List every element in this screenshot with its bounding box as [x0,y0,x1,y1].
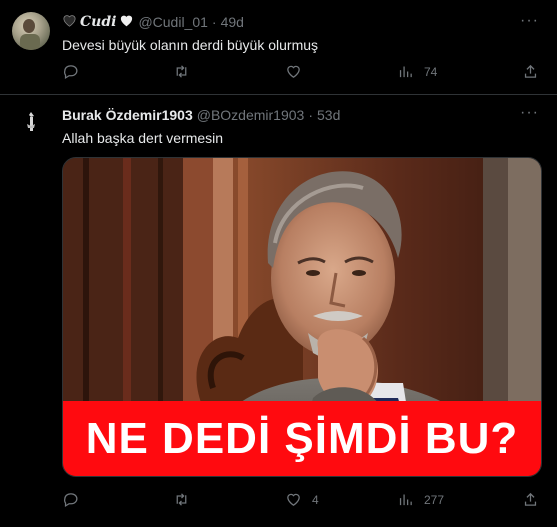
views-button[interactable]: 277 [397,491,444,508]
views-button[interactable]: 74 [397,63,437,80]
handle[interactable]: @Cudil_01 [138,14,207,30]
tweet-actions: 74 [62,63,540,83]
tweet[interactable]: Cudi @Cudil_01 · 49d ··· Devesi büyük ol… [0,0,557,95]
heart-icon [287,493,300,506]
display-name[interactable]: Cudi [62,13,134,31]
reply-button[interactable] [62,63,89,80]
tweet-text: Devesi büyük olanın derdi büyük olurmuş [62,37,319,53]
retweet-icon [176,493,187,506]
handle[interactable]: @BOzdemir1903 [197,107,305,123]
like-button[interactable] [285,63,312,80]
black-heart-icon [62,13,77,31]
analytics-icon [399,494,412,506]
timestamp[interactable]: 53d [317,107,340,123]
avatar[interactable] [12,12,50,50]
display-name[interactable]: Burak Özdemir1903 [62,107,193,123]
share-button[interactable] [522,63,539,80]
reply-button[interactable] [62,491,89,508]
share-button[interactable] [522,491,539,508]
tweet-header: Cudi @Cudil_01 · 49d [62,13,244,31]
more-options-icon[interactable]: ··· [520,104,539,122]
like-button[interactable]: 4 [285,491,319,508]
retweet-button[interactable] [173,63,200,80]
heart-icon [287,65,300,78]
reply-icon [64,65,78,80]
meme-caption: NE DEDİ ŞİMDİ BU? [85,413,519,463]
reply-icon [64,493,78,508]
timestamp[interactable]: 49d [221,14,244,30]
retweet-button[interactable] [173,491,200,508]
avatar[interactable] [12,104,50,142]
white-heart-icon [119,13,134,31]
tweet[interactable]: Burak Özdemir1903 @BOzdemir1903 · 53d ··… [0,96,557,527]
more-options-icon[interactable]: ··· [520,12,539,30]
tweet-actions: 4 277 [62,491,540,511]
meme-caption-banner: NE DEDİ ŞİMDİ BU? [63,401,541,476]
retweet-icon [176,65,187,78]
tweet-text: Allah başka dert vermesin [62,130,224,146]
share-icon [524,492,537,506]
tweet-header: Burak Özdemir1903 @BOzdemir1903 · 53d [62,107,340,123]
separator-dot: · [308,107,313,123]
tweet-image[interactable]: NE DEDİ ŞİMDİ BU? [62,157,542,477]
analytics-icon [399,66,412,78]
share-icon [524,64,537,78]
separator-dot: · [211,14,217,30]
